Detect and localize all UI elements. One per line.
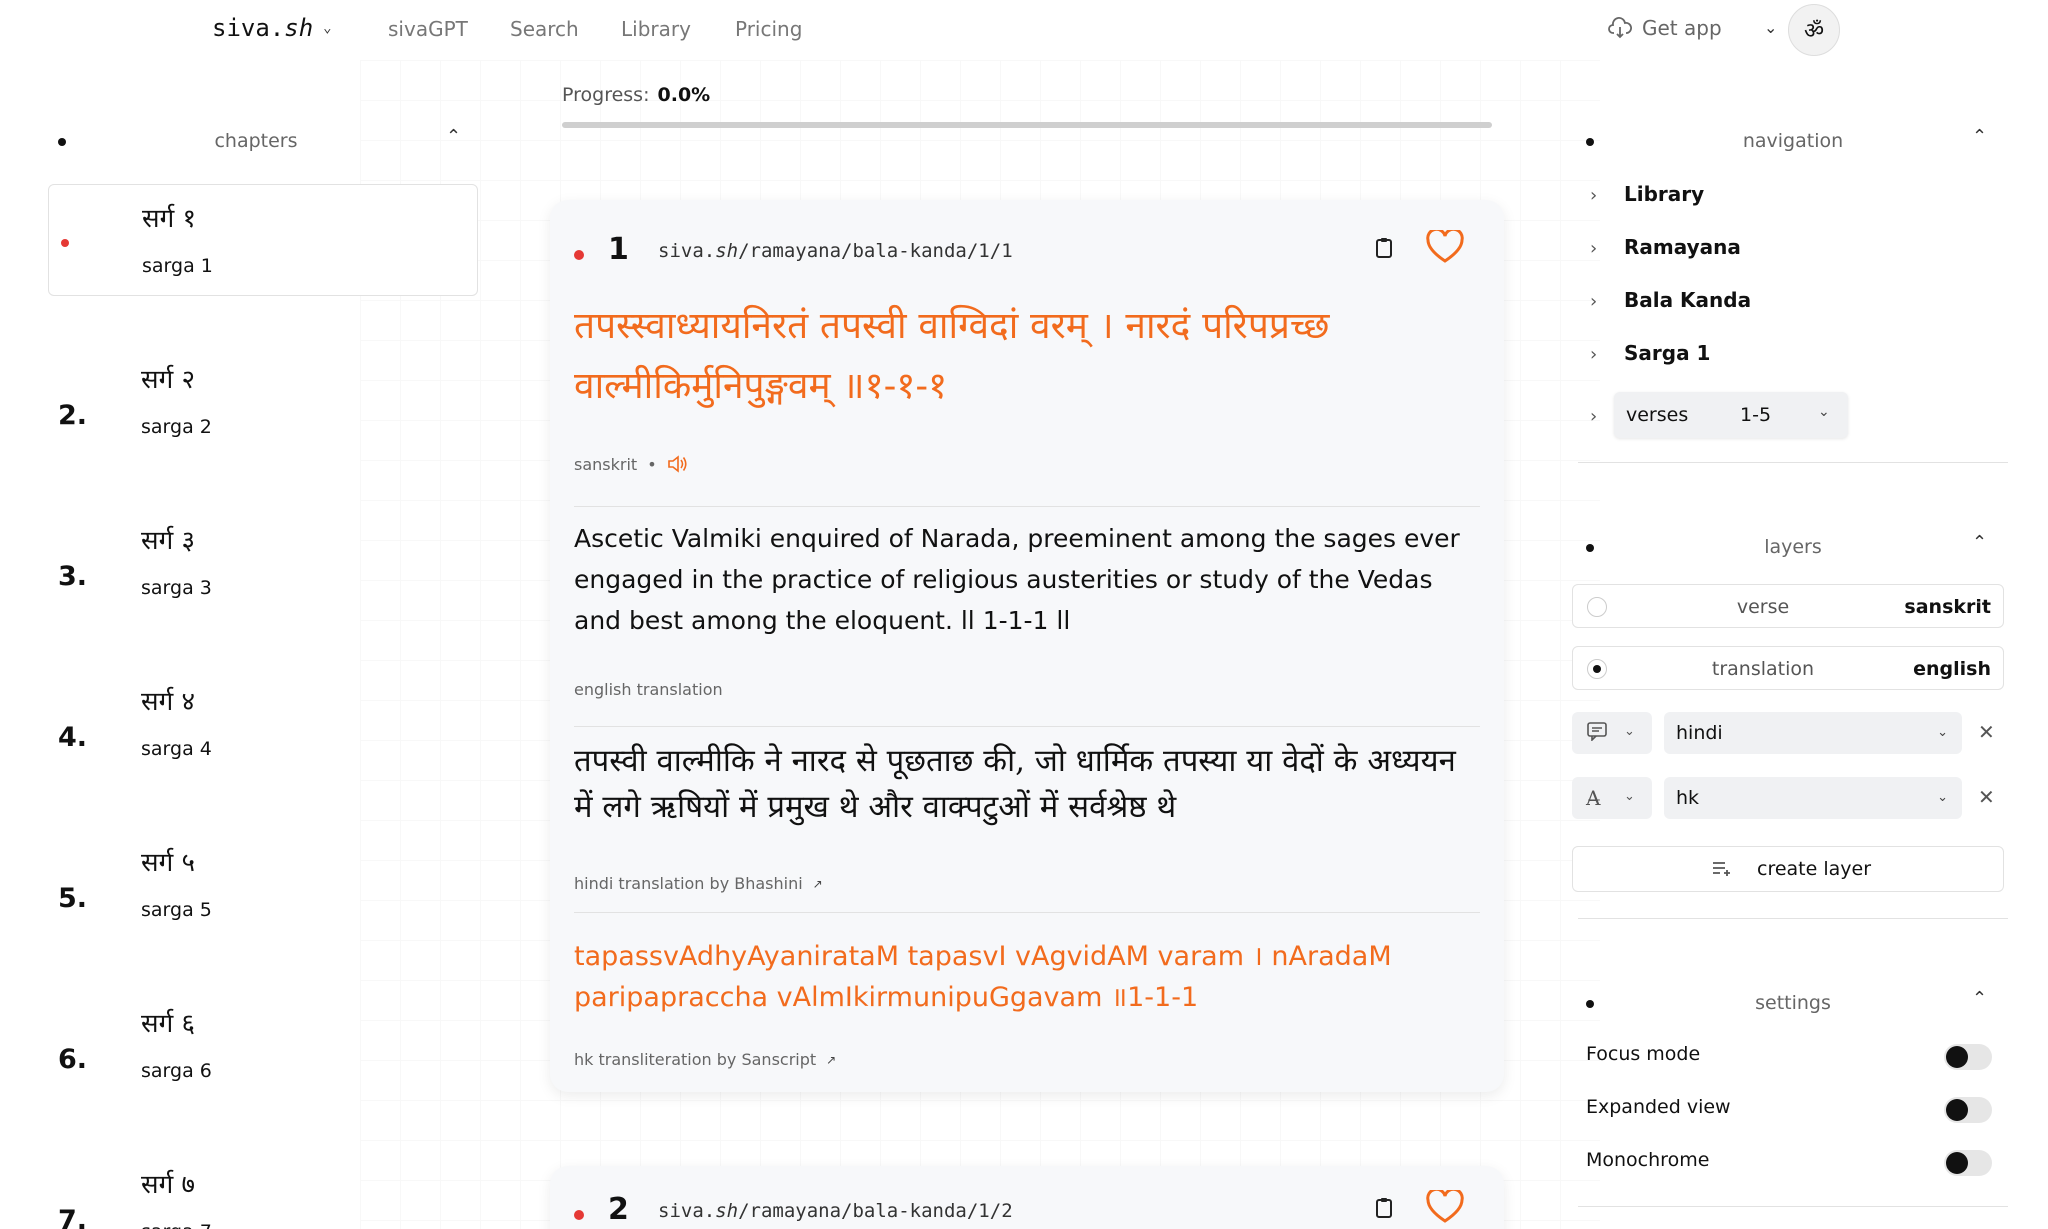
chevron-down-icon: ⌄ <box>1937 725 1948 740</box>
heart-icon[interactable] <box>1426 227 1464 268</box>
nav-sivagpt[interactable]: sivaGPT <box>388 17 468 41</box>
comment-icon <box>1586 721 1608 746</box>
divider <box>574 506 1480 507</box>
chevron-down-icon: ⌄ <box>1937 790 1948 805</box>
english-meta: english translation <box>574 680 723 699</box>
progress-label: Progress: 0.0% <box>562 84 711 106</box>
om-avatar-button[interactable]: ॐ <box>1788 4 1840 56</box>
divider <box>1578 462 2008 463</box>
progress-bar <box>562 122 1492 128</box>
script-scheme-select[interactable]: hk ⌄ <box>1664 777 1962 819</box>
verse-number: 1 <box>608 232 629 267</box>
verse-header: 2 siva.sh/ramayana/bala-kanda/1/2 <box>574 1187 1480 1229</box>
chevron-down-icon: ⌄ <box>323 20 332 36</box>
chapter-item-1[interactable]: सर्ग १ sarga 1 <box>48 184 478 296</box>
layer-language-select[interactable]: hindi ⌄ <box>1664 712 1962 754</box>
heart-icon[interactable] <box>1426 1187 1464 1228</box>
chapter-item-6[interactable]: 6. सर्ग ६ sarga 6 <box>48 990 478 1102</box>
chevron-down-icon: ⌄ <box>1818 404 1830 420</box>
divider <box>574 726 1480 727</box>
nav-pricing[interactable]: Pricing <box>735 17 802 41</box>
setting-monochrome-label: Monochrome <box>1586 1149 1710 1171</box>
verse-number: 2 <box>608 1192 629 1227</box>
chapter-item-2[interactable]: 2. सर्ग २ sarga 2 <box>48 346 478 458</box>
hindi-meta[interactable]: hindi translation by Bhashini ↗ <box>574 874 823 893</box>
clipboard-icon[interactable] <box>1374 1196 1394 1224</box>
translit-meta[interactable]: hk transliteration by Sanscript ↗ <box>574 1050 836 1069</box>
remove-layer-icon[interactable]: ✕ <box>1978 785 1995 809</box>
verse-card: 1 siva.sh/ramayana/bala-kanda/1/1 तपस्स्… <box>550 200 1504 1092</box>
nav-item-sarga-1[interactable]: › Sarga 1 <box>1590 341 1710 365</box>
navigation-header[interactable]: navigation ⌃ <box>1578 124 2008 160</box>
nav-search[interactable]: Search <box>510 17 579 41</box>
external-link-icon: ↗ <box>826 1052 837 1067</box>
chapter-item-5[interactable]: 5. सर्ग ५ sarga 5 <box>48 829 478 941</box>
divider <box>574 912 1480 913</box>
chevron-down-icon: ⌄ <box>1624 789 1635 804</box>
remove-layer-icon[interactable]: ✕ <box>1978 720 1995 744</box>
chapter-item-4[interactable]: 4. सर्ग ४ sarga 4 <box>48 668 478 780</box>
layers-header[interactable]: layers ⌃ <box>1578 530 2008 566</box>
layer-row-verse[interactable]: verse sanskrit <box>1572 584 2004 628</box>
chevron-up-icon: ⌃ <box>446 126 462 147</box>
chevron-up-icon: ⌃ <box>1972 126 1988 147</box>
nav-item-bala-kanda[interactable]: › Bala Kanda <box>1590 288 1751 312</box>
layer-row-translation[interactable]: translation english <box>1572 646 2004 690</box>
setting-expanded-view-label: Expanded view <box>1586 1096 1731 1118</box>
divider <box>1578 918 2008 919</box>
chevron-right-icon: › <box>1590 344 1598 365</box>
external-link-icon: ↗ <box>812 876 823 891</box>
chevron-down-icon[interactable]: ⌄ <box>1764 18 1777 37</box>
top-navbar: siva.sh ⌄ sivaGPT Search Library Pricing… <box>0 0 2048 60</box>
script-letter-icon: A̶ <box>1586 786 1601 810</box>
english-translation: Ascetic Valmiki enquired of Narada, pree… <box>574 524 1460 635</box>
site-logo[interactable]: siva.sh ⌄ <box>212 14 332 42</box>
chevron-up-icon: ⌃ <box>1972 532 1988 553</box>
nav-item-library[interactable]: › Library <box>1590 182 1704 206</box>
chevron-right-icon: › <box>1590 238 1598 259</box>
sanskrit-verse: तपस्स्वाध्यायनिरतं तपस्वी वाग्विदां वरम्… <box>574 304 1330 407</box>
nav-library[interactable]: Library <box>621 17 691 41</box>
chapter-item-3[interactable]: 3. सर्ग ३ sarga 3 <box>48 507 478 619</box>
chevron-up-icon: ⌃ <box>1972 988 1988 1009</box>
sanskrit-meta: sanskrit • <box>574 454 689 474</box>
speaker-icon[interactable] <box>667 454 689 474</box>
focus-mode-toggle[interactable] <box>1944 1044 1992 1070</box>
chevron-down-icon: ⌄ <box>1624 724 1635 739</box>
verse-permalink[interactable]: siva.sh/ramayana/bala-kanda/1/2 <box>658 1200 1013 1222</box>
verse-permalink[interactable]: siva.sh/ramayana/bala-kanda/1/1 <box>658 240 1013 262</box>
verse-header: 1 siva.sh/ramayana/bala-kanda/1/1 <box>574 227 1480 270</box>
chapters-header[interactable]: chapters ⌃ <box>48 124 478 160</box>
monochrome-toggle[interactable] <box>1944 1150 1992 1176</box>
cloud-download-icon <box>1608 17 1632 39</box>
clipboard-icon[interactable] <box>1374 236 1394 264</box>
current-marker <box>61 239 69 247</box>
chevron-right-icon: › <box>1590 185 1598 206</box>
verse-marker <box>574 250 584 260</box>
nav-item-ramayana[interactable]: › Ramayana <box>1590 235 1741 259</box>
chapter-item-7[interactable]: 7. सर्ग ७ sarga 7 <box>48 1151 478 1229</box>
hk-transliteration: tapassvAdhyAyaniratаM tapasvI vAgvidAM v… <box>574 941 1392 1013</box>
script-type-select[interactable]: A̶ ⌄ <box>1572 777 1652 819</box>
setting-focus-mode-label: Focus mode <box>1586 1043 1701 1065</box>
progress-value: 0.0% <box>657 84 711 106</box>
separator-dot: • <box>647 454 657 474</box>
verse-marker <box>574 1210 584 1220</box>
layer-type-select[interactable]: ⌄ <box>1572 712 1652 754</box>
get-app-button[interactable]: Get app <box>1608 16 1722 40</box>
verses-select[interactable]: verses 1-5 ⌄ <box>1614 392 1848 438</box>
hindi-translation: तपस्वी वाल्मीकि ने नारद से पूछताछ की, जो… <box>574 743 1456 825</box>
chevron-right-icon: › <box>1590 291 1598 312</box>
divider <box>1578 1206 2008 1207</box>
verse-card-2: 2 siva.sh/ramayana/bala-kanda/1/2 <box>550 1166 1504 1229</box>
create-layer-button[interactable]: create layer <box>1572 846 2004 892</box>
add-list-icon <box>1711 859 1733 882</box>
expanded-view-toggle[interactable] <box>1944 1097 1992 1123</box>
settings-header[interactable]: settings ⌃ <box>1578 986 2008 1022</box>
